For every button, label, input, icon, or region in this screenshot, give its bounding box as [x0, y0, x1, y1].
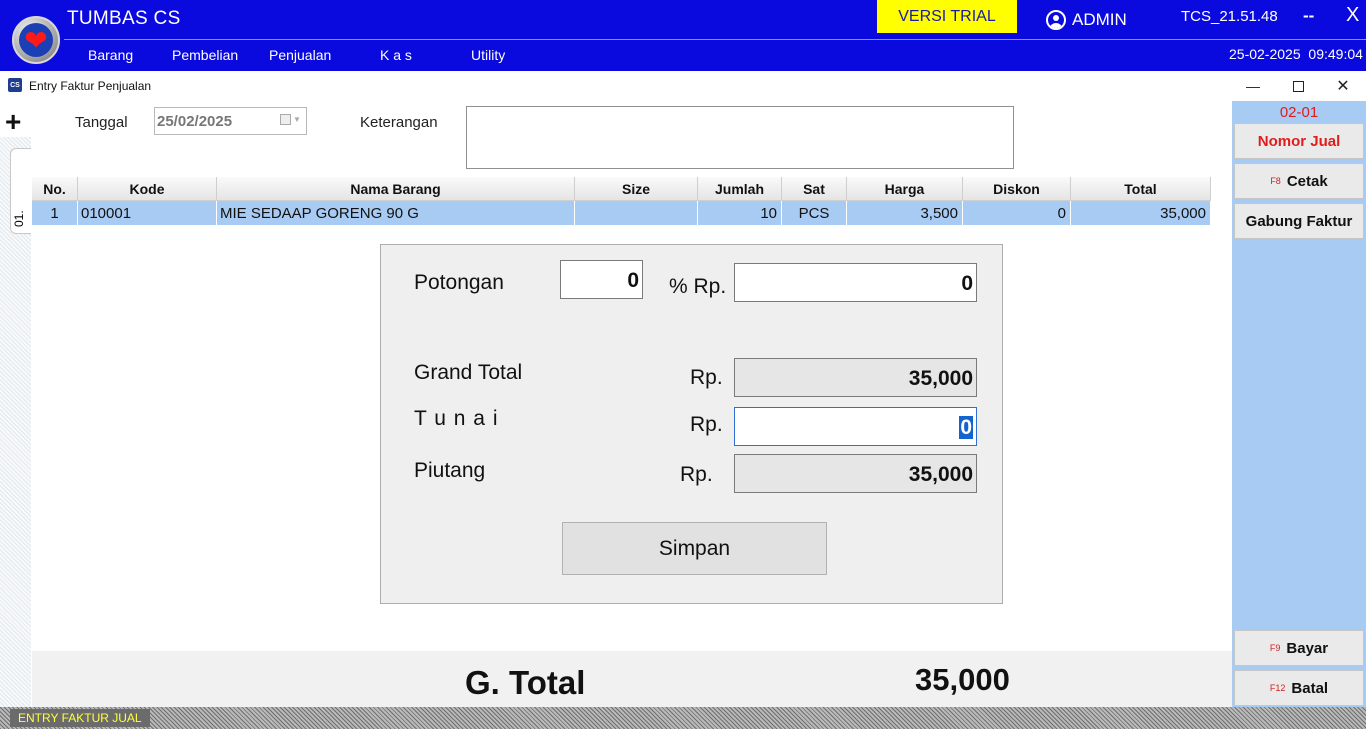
- user-name: ADMIN: [1072, 10, 1127, 29]
- table-row[interactable]: 1 010001 MIE SEDAAP GORENG 90 G 10 PCS 3…: [32, 201, 1211, 225]
- status-bar: ENTRY FAKTUR JUAL: [0, 707, 1366, 729]
- cell-nama-barang[interactable]: MIE SEDAAP GORENG 90 G: [217, 201, 575, 225]
- menu-item-barang[interactable]: Barang: [88, 47, 133, 63]
- cell-jumlah[interactable]: 10: [698, 201, 782, 225]
- grand-total-rp-label: Rp.: [690, 366, 723, 389]
- g-total-value: 35,000: [915, 662, 1010, 697]
- menu-item-penjualan[interactable]: Penjualan: [269, 47, 331, 63]
- cell-no[interactable]: 1: [32, 201, 78, 225]
- cell-kode[interactable]: 010001: [78, 201, 217, 225]
- piutang-rp-label: Rp.: [680, 463, 713, 486]
- form-title: Entry Faktur Penjualan: [29, 79, 152, 93]
- current-datetime: 25-02-2025 09:49:04: [1229, 46, 1363, 62]
- nomor-jual-button[interactable]: Nomor Jual: [1234, 123, 1364, 159]
- column-header-jumlah[interactable]: Jumlah: [698, 177, 782, 201]
- keterangan-textarea[interactable]: [466, 106, 1014, 169]
- percent-rp-label: % Rp.: [669, 275, 727, 298]
- app-logo: ❤: [12, 16, 60, 64]
- column-header-diskon[interactable]: Diskon: [963, 177, 1071, 201]
- cell-sat[interactable]: PCS: [782, 201, 847, 225]
- minimize-icon: —: [1246, 78, 1260, 94]
- current-date: 25-02-2025: [1229, 46, 1301, 62]
- cell-size[interactable]: [575, 201, 698, 225]
- items-grid: No. Kode Nama Barang Size Jumlah Sat Har…: [32, 177, 1211, 225]
- calendar-icon[interactable]: [280, 114, 291, 125]
- potongan-label: Potongan: [414, 271, 504, 294]
- gabung-faktur-button[interactable]: Gabung Faktur: [1234, 203, 1364, 239]
- window-minimize-button[interactable]: —: [1241, 76, 1265, 96]
- user-menu[interactable]: ADMIN: [1046, 10, 1127, 30]
- add-invoice-button[interactable]: +: [5, 108, 21, 136]
- form-titlebar: CS Entry Faktur Penjualan — ✕: [0, 71, 1366, 101]
- app-version: TCS_21.51.48: [1181, 8, 1278, 25]
- g-total-label: G. Total: [465, 664, 586, 701]
- f8-key-hint: F8: [1270, 176, 1281, 186]
- column-header-nama-barang[interactable]: Nama Barang: [217, 177, 575, 201]
- cetak-label: Cetak: [1286, 172, 1328, 190]
- chevron-down-icon[interactable]: ▼: [293, 115, 301, 124]
- tunai-value: 0: [959, 416, 973, 439]
- grand-total-label: Grand Total: [414, 361, 523, 384]
- potongan-rp-input[interactable]: 0: [734, 263, 977, 302]
- column-header-size[interactable]: Size: [575, 177, 698, 201]
- grid-header: No. Kode Nama Barang Size Jumlah Sat Har…: [32, 177, 1211, 201]
- batal-button[interactable]: F12 Batal: [1234, 670, 1364, 706]
- bayar-label: Bayar: [1286, 639, 1329, 657]
- tunai-input[interactable]: 0: [734, 407, 977, 446]
- tunai-label: T u n a i: [414, 407, 499, 430]
- menu-item-pembelian[interactable]: Pembelian: [172, 47, 238, 63]
- grand-total-bar: G. Total 35,000: [32, 651, 1232, 707]
- cell-diskon[interactable]: 0: [963, 201, 1071, 225]
- column-header-harga[interactable]: Harga: [847, 177, 963, 201]
- minimize-app-button[interactable]: --: [1303, 6, 1314, 26]
- close-app-button[interactable]: X: [1346, 4, 1359, 27]
- grand-total-field: 35,000: [734, 358, 977, 397]
- action-sidebar: 02-01 Nomor Jual F8 Cetak Gabung Faktur …: [1232, 101, 1366, 707]
- heart-icon: ❤: [24, 25, 48, 56]
- menu-item-utility[interactable]: Utility: [471, 47, 505, 63]
- trial-badge: VERSI TRIAL: [877, 0, 1017, 33]
- payment-dialog: Potongan 0 % Rp. 0 Grand Total Rp. 35,00…: [380, 244, 1003, 604]
- menu-item-kas[interactable]: K a s: [380, 47, 412, 63]
- status-label: ENTRY FAKTUR JUAL: [10, 709, 150, 727]
- tunai-rp-label: Rp.: [690, 413, 723, 436]
- maximize-icon: [1292, 80, 1304, 92]
- piutang-field: 35,000: [734, 454, 977, 493]
- invoice-number: 02-01: [1279, 104, 1319, 121]
- cetak-button[interactable]: F8 Cetak: [1234, 163, 1364, 199]
- f12-key-hint: F12: [1269, 683, 1286, 693]
- simpan-button[interactable]: Simpan: [562, 522, 827, 575]
- cell-harga[interactable]: 3,500: [847, 201, 963, 225]
- bayar-button[interactable]: F9 Bayar: [1234, 630, 1364, 666]
- batal-label: Batal: [1291, 679, 1329, 697]
- user-icon: [1046, 10, 1066, 30]
- app-header: ❤ TUMBAS CS VERSI TRIAL ADMIN TCS_21.51.…: [0, 0, 1366, 71]
- window-maximize-button[interactable]: [1286, 76, 1310, 96]
- tab-label: 01.: [12, 210, 26, 227]
- keterangan-label: Keterangan: [360, 114, 438, 131]
- column-header-kode[interactable]: Kode: [78, 177, 217, 201]
- f9-key-hint: F9: [1269, 643, 1281, 653]
- column-header-sat[interactable]: Sat: [782, 177, 847, 201]
- tanggal-label: Tanggal: [75, 114, 128, 131]
- potongan-percent-input[interactable]: 0: [560, 260, 643, 299]
- header-divider: [64, 39, 1366, 40]
- column-header-no[interactable]: No.: [32, 177, 78, 201]
- app-title: TUMBAS CS: [67, 8, 181, 29]
- piutang-label: Piutang: [414, 459, 486, 482]
- close-icon: ✕: [1336, 78, 1350, 95]
- current-time: 09:49:04: [1308, 46, 1363, 62]
- tab-invoice-01[interactable]: 01.: [10, 148, 31, 234]
- cell-total[interactable]: 35,000: [1071, 201, 1211, 225]
- column-header-total[interactable]: Total: [1071, 177, 1211, 201]
- form-app-icon: CS: [8, 78, 22, 92]
- window-close-button[interactable]: ✕: [1331, 76, 1355, 96]
